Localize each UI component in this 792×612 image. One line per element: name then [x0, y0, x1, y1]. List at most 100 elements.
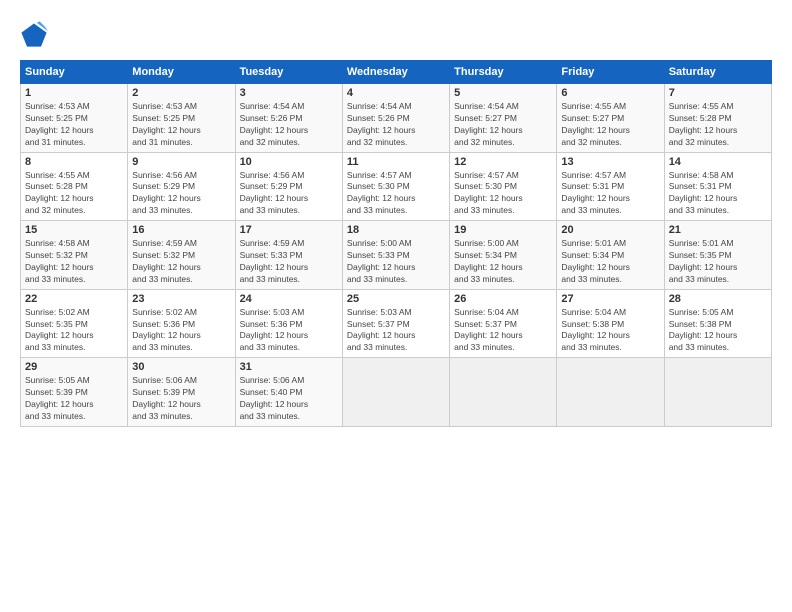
- day-info: Sunrise: 5:03 AM Sunset: 5:36 PM Dayligh…: [240, 307, 338, 355]
- calendar-cell: 25 Sunrise: 5:03 AM Sunset: 5:37 PM Dayli…: [342, 289, 449, 358]
- day-number: 16: [132, 224, 230, 236]
- day-info: Sunrise: 4:58 AM Sunset: 5:32 PM Dayligh…: [25, 238, 123, 286]
- weekday-header: Friday: [557, 61, 664, 84]
- calendar-cell: 21 Sunrise: 5:01 AM Sunset: 5:35 PM Dayli…: [664, 221, 771, 290]
- day-number: 29: [25, 361, 123, 373]
- logo-icon: [20, 20, 48, 48]
- calendar-cell: [664, 358, 771, 427]
- day-info: Sunrise: 5:05 AM Sunset: 5:38 PM Dayligh…: [669, 307, 767, 355]
- day-info: Sunrise: 4:56 AM Sunset: 5:29 PM Dayligh…: [240, 170, 338, 218]
- calendar-cell: 19 Sunrise: 5:00 AM Sunset: 5:34 PM Dayli…: [450, 221, 557, 290]
- calendar-cell: 13Sunrise: 4:57 AM Sunset: 5:31 PM Dayli…: [557, 152, 664, 221]
- calendar-cell: 7 Sunrise: 4:55 AM Sunset: 5:28 PM Daylig…: [664, 84, 771, 153]
- day-info: Sunrise: 4:57 AM Sunset: 5:31 PM Dayligh…: [561, 170, 659, 218]
- weekday-header: Saturday: [664, 61, 771, 84]
- calendar-cell: 28 Sunrise: 5:05 AM Sunset: 5:38 PM Dayli…: [664, 289, 771, 358]
- day-number: 19: [454, 224, 552, 236]
- day-number: 1: [25, 87, 123, 99]
- calendar-cell: 16 Sunrise: 4:59 AM Sunset: 5:32 PM Dayli…: [128, 221, 235, 290]
- day-number: 15: [25, 224, 123, 236]
- day-number: 30: [132, 361, 230, 373]
- header: [20, 20, 772, 48]
- day-info: Sunrise: 4:54 AM Sunset: 5:27 PM Dayligh…: [454, 101, 552, 149]
- calendar-cell: 22 Sunrise: 5:02 AM Sunset: 5:35 PM Dayli…: [21, 289, 128, 358]
- calendar-body: 1 Sunrise: 4:53 AM Sunset: 5:25 PM Daylig…: [21, 84, 772, 427]
- day-info: Sunrise: 4:54 AM Sunset: 5:26 PM Dayligh…: [240, 101, 338, 149]
- weekday-header: Thursday: [450, 61, 557, 84]
- day-number: 26: [454, 293, 552, 305]
- day-number: 22: [25, 293, 123, 305]
- calendar-cell: 12Sunrise: 4:57 AM Sunset: 5:30 PM Dayli…: [450, 152, 557, 221]
- weekday-header: Monday: [128, 61, 235, 84]
- day-number: 20: [561, 224, 659, 236]
- calendar-cell: 9 Sunrise: 4:56 AM Sunset: 5:29 PM Daylig…: [128, 152, 235, 221]
- day-number: 10: [240, 156, 338, 168]
- calendar-cell: 11 Sunrise: 4:57 AM Sunset: 5:30 PM Dayli…: [342, 152, 449, 221]
- day-number: 28: [669, 293, 767, 305]
- calendar-cell: 3 Sunrise: 4:54 AM Sunset: 5:26 PM Daylig…: [235, 84, 342, 153]
- day-info: Sunrise: 4:53 AM Sunset: 5:25 PM Dayligh…: [25, 101, 123, 149]
- day-number: 17: [240, 224, 338, 236]
- day-info: Sunrise: 5:06 AM Sunset: 5:39 PM Dayligh…: [132, 375, 230, 423]
- day-info: Sunrise: 5:02 AM Sunset: 5:36 PM Dayligh…: [132, 307, 230, 355]
- day-info: Sunrise: 5:03 AM Sunset: 5:37 PM Dayligh…: [347, 307, 445, 355]
- calendar-cell: 24 Sunrise: 5:03 AM Sunset: 5:36 PM Dayli…: [235, 289, 342, 358]
- day-info: Sunrise: 5:01 AM Sunset: 5:35 PM Dayligh…: [669, 238, 767, 286]
- calendar-cell: 29 Sunrise: 5:05 AM Sunset: 5:39 PM Dayli…: [21, 358, 128, 427]
- calendar-header: SundayMondayTuesdayWednesdayThursdayFrid…: [21, 61, 772, 84]
- header-row: SundayMondayTuesdayWednesdayThursdayFrid…: [21, 61, 772, 84]
- day-info: Sunrise: 5:00 AM Sunset: 5:34 PM Dayligh…: [454, 238, 552, 286]
- calendar-cell: 2Sunrise: 4:53 AM Sunset: 5:25 PM Daylig…: [128, 84, 235, 153]
- calendar-cell: [557, 358, 664, 427]
- calendar-cell: 20Sunrise: 5:01 AM Sunset: 5:34 PM Dayli…: [557, 221, 664, 290]
- day-number: 21: [669, 224, 767, 236]
- calendar-cell: [450, 358, 557, 427]
- day-number: 8: [25, 156, 123, 168]
- calendar-cell: 17 Sunrise: 4:59 AM Sunset: 5:33 PM Dayli…: [235, 221, 342, 290]
- calendar-week-row: 15 Sunrise: 4:58 AM Sunset: 5:32 PM Dayli…: [21, 221, 772, 290]
- day-info: Sunrise: 5:02 AM Sunset: 5:35 PM Dayligh…: [25, 307, 123, 355]
- day-number: 14: [669, 156, 767, 168]
- day-number: 23: [132, 293, 230, 305]
- day-info: Sunrise: 4:59 AM Sunset: 5:32 PM Dayligh…: [132, 238, 230, 286]
- calendar-cell: 14 Sunrise: 4:58 AM Sunset: 5:31 PM Dayli…: [664, 152, 771, 221]
- day-number: 7: [669, 87, 767, 99]
- day-number: 3: [240, 87, 338, 99]
- day-info: Sunrise: 4:53 AM Sunset: 5:25 PM Dayligh…: [132, 101, 230, 149]
- calendar-cell: 6 Sunrise: 4:55 AM Sunset: 5:27 PM Daylig…: [557, 84, 664, 153]
- calendar-week-row: 8Sunrise: 4:55 AM Sunset: 5:28 PM Daylig…: [21, 152, 772, 221]
- day-number: 4: [347, 87, 445, 99]
- day-number: 31: [240, 361, 338, 373]
- day-number: 11: [347, 156, 445, 168]
- calendar-cell: 10 Sunrise: 4:56 AM Sunset: 5:29 PM Dayli…: [235, 152, 342, 221]
- day-info: Sunrise: 5:04 AM Sunset: 5:37 PM Dayligh…: [454, 307, 552, 355]
- day-info: Sunrise: 4:58 AM Sunset: 5:31 PM Dayligh…: [669, 170, 767, 218]
- day-info: Sunrise: 5:04 AM Sunset: 5:38 PM Dayligh…: [561, 307, 659, 355]
- calendar-cell: 4Sunrise: 4:54 AM Sunset: 5:26 PM Daylig…: [342, 84, 449, 153]
- day-info: Sunrise: 4:57 AM Sunset: 5:30 PM Dayligh…: [347, 170, 445, 218]
- day-info: Sunrise: 5:06 AM Sunset: 5:40 PM Dayligh…: [240, 375, 338, 423]
- calendar-cell: 23 Sunrise: 5:02 AM Sunset: 5:36 PM Dayli…: [128, 289, 235, 358]
- day-info: Sunrise: 4:55 AM Sunset: 5:27 PM Dayligh…: [561, 101, 659, 149]
- calendar-cell: 8Sunrise: 4:55 AM Sunset: 5:28 PM Daylig…: [21, 152, 128, 221]
- day-number: 9: [132, 156, 230, 168]
- calendar-cell: 31 Sunrise: 5:06 AM Sunset: 5:40 PM Dayli…: [235, 358, 342, 427]
- day-number: 24: [240, 293, 338, 305]
- weekday-header: Wednesday: [342, 61, 449, 84]
- day-info: Sunrise: 5:00 AM Sunset: 5:33 PM Dayligh…: [347, 238, 445, 286]
- calendar-cell: 15 Sunrise: 4:58 AM Sunset: 5:32 PM Dayli…: [21, 221, 128, 290]
- calendar-week-row: 29 Sunrise: 5:05 AM Sunset: 5:39 PM Dayli…: [21, 358, 772, 427]
- calendar-cell: 26 Sunrise: 5:04 AM Sunset: 5:37 PM Dayli…: [450, 289, 557, 358]
- day-number: 25: [347, 293, 445, 305]
- day-number: 5: [454, 87, 552, 99]
- day-info: Sunrise: 4:56 AM Sunset: 5:29 PM Dayligh…: [132, 170, 230, 218]
- day-number: 6: [561, 87, 659, 99]
- day-info: Sunrise: 5:05 AM Sunset: 5:39 PM Dayligh…: [25, 375, 123, 423]
- calendar-cell: 30 Sunrise: 5:06 AM Sunset: 5:39 PM Dayli…: [128, 358, 235, 427]
- day-info: Sunrise: 4:59 AM Sunset: 5:33 PM Dayligh…: [240, 238, 338, 286]
- day-info: Sunrise: 4:55 AM Sunset: 5:28 PM Dayligh…: [669, 101, 767, 149]
- calendar-week-row: 22 Sunrise: 5:02 AM Sunset: 5:35 PM Dayli…: [21, 289, 772, 358]
- calendar-table: SundayMondayTuesdayWednesdayThursdayFrid…: [20, 60, 772, 427]
- calendar-cell: [342, 358, 449, 427]
- page: SundayMondayTuesdayWednesdayThursdayFrid…: [0, 0, 792, 612]
